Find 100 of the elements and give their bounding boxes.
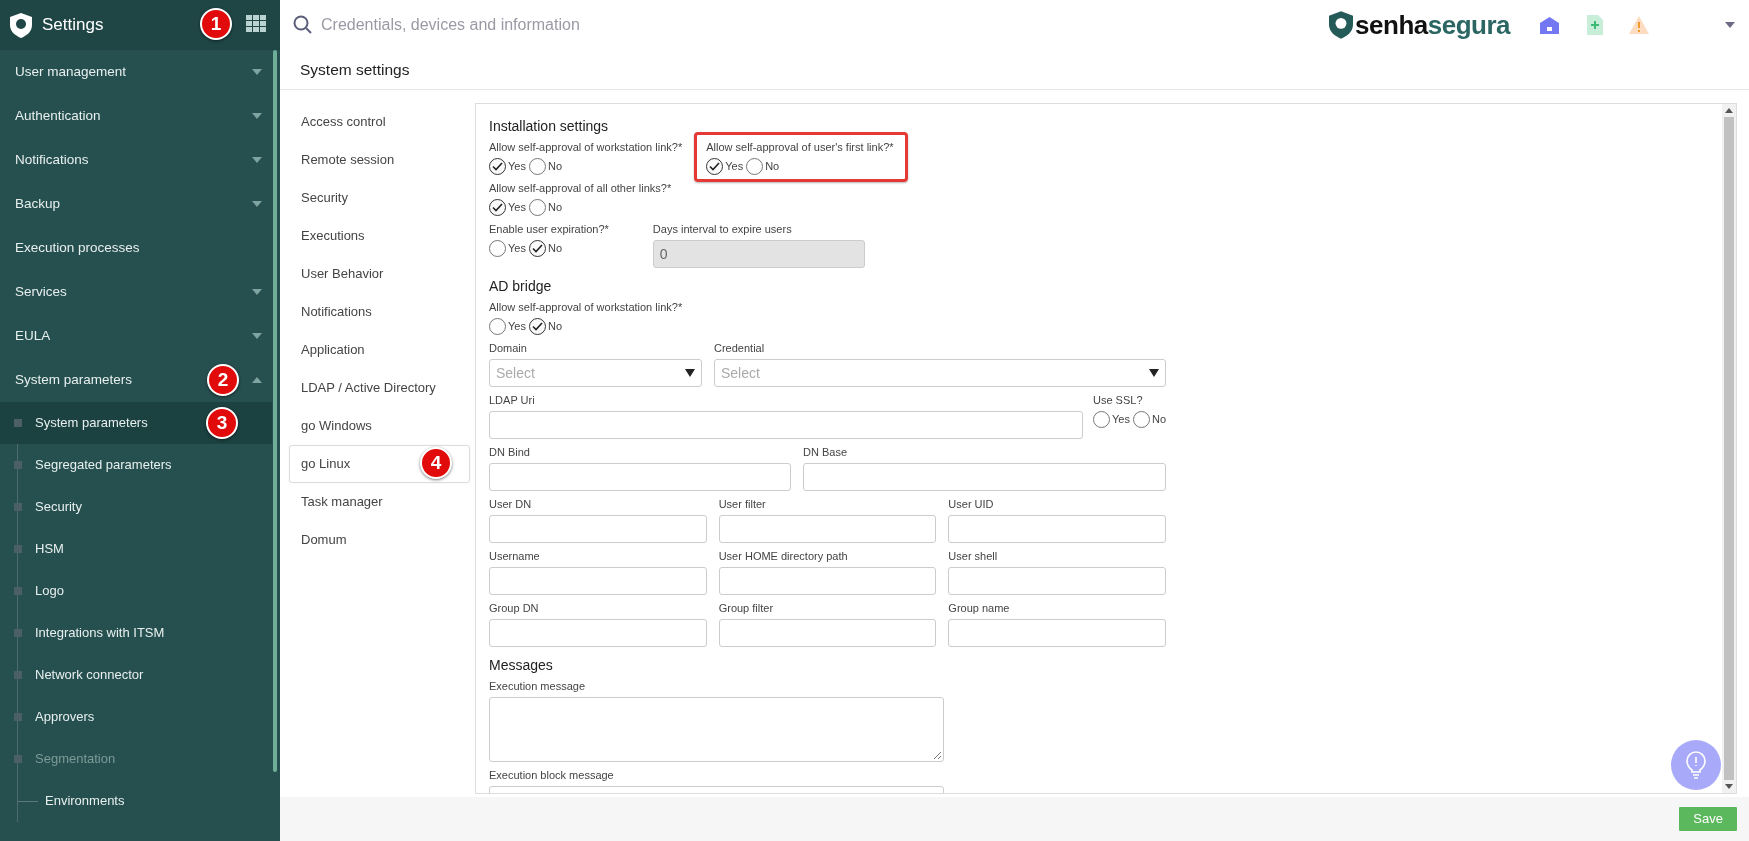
radio-button[interactable] — [489, 318, 506, 335]
input-field[interactable] — [948, 619, 1166, 647]
scroll-up-icon[interactable] — [1725, 108, 1733, 113]
option-label: No — [547, 241, 562, 257]
radio-button[interactable] — [706, 158, 724, 175]
input-field[interactable] — [718, 567, 937, 595]
bullet-icon — [14, 671, 22, 679]
settings-tab[interactable]: go Linux 4 — [289, 445, 470, 483]
sidebar-title: Settings — [42, 14, 104, 37]
option-label: No — [547, 200, 562, 216]
sidebar-subitem[interactable]: HSM — [0, 528, 272, 570]
input-field[interactable] — [948, 515, 1166, 543]
option-label: No — [765, 159, 780, 175]
input-field[interactable] — [948, 567, 1166, 595]
radio-button[interactable] — [528, 240, 546, 257]
field-label: Allow self-approval of workstation link?* — [489, 140, 683, 155]
field-label: Group DN — [489, 601, 540, 616]
settings-tab[interactable]: User Behavior — [289, 255, 470, 293]
sidebar-subitem[interactable]: Integrations with ITSM — [0, 612, 272, 654]
bullet-icon — [14, 461, 22, 469]
sidebar-subitem[interactable]: Network connector — [0, 654, 272, 696]
bullet-icon — [14, 629, 22, 637]
radio-button[interactable] — [489, 158, 506, 175]
radio-button[interactable] — [489, 199, 506, 216]
option-label: Yes — [1112, 412, 1130, 428]
input-field[interactable] — [718, 619, 937, 647]
caret-down-icon — [252, 69, 262, 75]
sidebar-item[interactable]: Authentication — [0, 94, 272, 138]
sidebar-item[interactable]: System parameters 2 — [0, 358, 272, 402]
settings-tab[interactable]: Remote session — [289, 141, 470, 179]
radio-button[interactable] — [528, 158, 546, 175]
sidebar-item[interactable]: Backup — [0, 182, 272, 226]
field-label: User filter — [718, 497, 767, 512]
sidebar-subitem[interactable]: Logo — [0, 570, 272, 612]
radio-button[interactable] — [1132, 411, 1150, 428]
option-label: Yes — [508, 241, 526, 257]
option-label: Yes — [508, 200, 526, 216]
settings-tab[interactable]: Notifications — [289, 293, 470, 331]
check-icon — [531, 322, 543, 331]
sidebar-item[interactable]: User management — [0, 50, 272, 94]
settings-tab[interactable]: go Windows — [289, 407, 470, 445]
field-label: Execution block message — [489, 768, 615, 783]
field-label: User shell — [948, 549, 999, 564]
input-field[interactable] — [718, 515, 937, 543]
settings-tab[interactable]: Domum — [289, 521, 470, 559]
settings-tab[interactable]: Task manager — [289, 483, 470, 521]
input-field[interactable] — [489, 567, 707, 595]
input-field[interactable] — [489, 515, 707, 543]
field-label: Allow self-approval of all other links?* — [489, 181, 672, 196]
search-field[interactable]: Credentials, devices and information — [321, 13, 821, 37]
field-label: DN Bind — [489, 445, 531, 460]
caret-down-icon — [1149, 369, 1159, 377]
apps-grid-icon[interactable] — [246, 15, 266, 33]
sidebar-subitem[interactable]: Segregated parameters — [0, 444, 272, 486]
input-field[interactable] — [489, 619, 707, 647]
scrollbar[interactable] — [1722, 104, 1736, 793]
radio-button[interactable] — [746, 158, 764, 175]
sidebar-subitem[interactable]: Approvers — [0, 696, 272, 738]
number-badge: 4 — [420, 447, 452, 479]
option-label: Yes — [508, 319, 526, 335]
sidebar-subitem[interactable]: System parameters 3 — [0, 402, 272, 444]
input-field[interactable] — [489, 411, 1083, 439]
shield-logo-icon — [10, 12, 32, 38]
field-label: Credential — [714, 341, 766, 356]
caret-down-icon — [252, 201, 262, 207]
sidebar-item[interactable]: Services — [0, 270, 272, 314]
option-label: Yes — [725, 159, 744, 175]
settings-tab[interactable]: Executions — [289, 217, 470, 255]
radio-button[interactable] — [489, 240, 506, 257]
radio-button[interactable] — [528, 318, 546, 335]
settings-tab[interactable]: Security — [289, 179, 470, 217]
warning-icon[interactable] — [1629, 16, 1649, 34]
radio-button[interactable] — [528, 199, 546, 216]
input-field[interactable] — [803, 463, 1166, 491]
add-document-icon[interactable] — [1587, 15, 1603, 35]
settings-tab[interactable]: LDAP / Active Directory — [289, 369, 470, 407]
sidebar-item[interactable]: Notifications — [0, 138, 272, 182]
scroll-down-icon[interactable] — [1725, 784, 1733, 789]
sidebar-subitem[interactable]: Security — [0, 486, 272, 528]
caret-down-icon — [685, 369, 695, 377]
sidebar-item[interactable]: Execution processes — [0, 226, 272, 270]
input-field[interactable] — [489, 463, 791, 491]
field-label: LDAP Uri — [489, 393, 536, 408]
caret-down-icon[interactable] — [1725, 22, 1735, 28]
textarea-field[interactable] — [489, 697, 944, 762]
bullet-icon — [14, 545, 22, 553]
home-icon[interactable] — [1540, 16, 1559, 34]
radio-button[interactable] — [1093, 411, 1110, 428]
lightbulb-icon — [1686, 751, 1706, 779]
settings-tab[interactable]: Application — [289, 331, 470, 369]
option-label: No — [547, 159, 562, 175]
caret-down-icon — [252, 157, 262, 163]
check-icon — [709, 162, 721, 171]
number-badge: 2 — [207, 364, 239, 396]
sidebar-item[interactable]: EULA — [0, 314, 272, 358]
bullet-icon — [14, 587, 22, 595]
caret-down-icon — [252, 289, 262, 295]
scrollbar[interactable] — [273, 50, 277, 772]
settings-tab[interactable]: Access control — [289, 103, 470, 141]
field-label: Enable user expiration?* — [489, 222, 609, 237]
